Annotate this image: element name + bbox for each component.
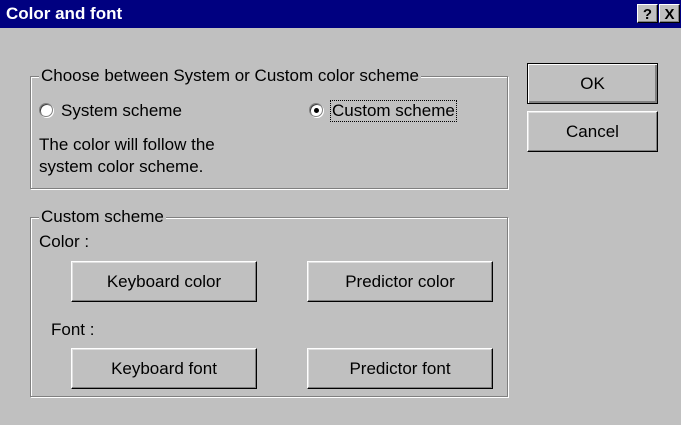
custom-group-legend: Custom scheme — [39, 207, 166, 227]
custom-scheme-radio-circle[interactable] — [309, 103, 323, 117]
color-label: Color : — [39, 232, 90, 251]
radio-selected-dot — [314, 108, 319, 113]
system-scheme-label[interactable]: System scheme — [61, 101, 182, 121]
ok-button[interactable]: OK — [527, 63, 658, 104]
font-label: Font : — [51, 320, 95, 339]
scheme-description-line2: system color scheme. — [39, 157, 204, 176]
color-font-dialog: Color and font ? X Choose between System… — [0, 0, 681, 425]
window-title: Color and font — [6, 4, 123, 23]
cancel-button[interactable]: Cancel — [527, 111, 658, 152]
custom-scheme-groupbox: Custom scheme Color : Keyboard color Pre… — [30, 207, 508, 397]
help-button[interactable]: ? — [637, 4, 658, 23]
close-icon: X — [664, 6, 675, 23]
close-button[interactable]: X — [659, 4, 680, 23]
scheme-group-legend: Choose between System or Custom color sc… — [39, 66, 421, 86]
predictor-color-button[interactable]: Predictor color — [307, 261, 493, 302]
system-scheme-radio-circle[interactable] — [39, 103, 53, 117]
keyboard-color-button[interactable]: Keyboard color — [71, 261, 257, 302]
scheme-description-line1: The color will follow the — [39, 135, 215, 154]
predictor-font-button[interactable]: Predictor font — [307, 348, 493, 389]
keyboard-font-button[interactable]: Keyboard font — [71, 348, 257, 389]
custom-scheme-label[interactable]: Custom scheme — [330, 100, 457, 122]
title-bar[interactable]: Color and font ? X — [0, 0, 681, 28]
help-icon: ? — [642, 6, 653, 23]
scheme-groupbox: Choose between System or Custom color sc… — [30, 66, 508, 189]
